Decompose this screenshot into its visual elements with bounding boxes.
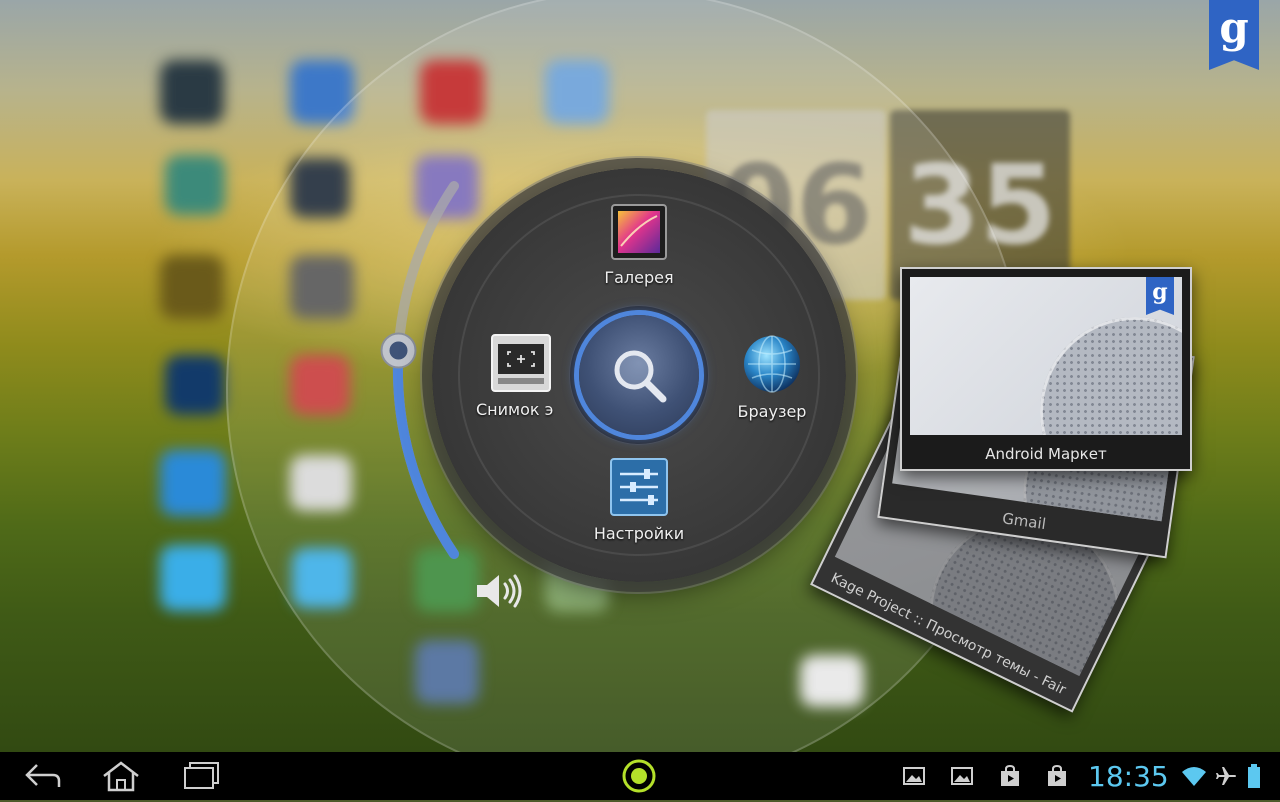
circle-launcher-button[interactable] [614, 752, 664, 800]
settings-sliders-icon [610, 458, 668, 516]
image-icon[interactable] [950, 764, 974, 788]
wifi-icon [1182, 767, 1206, 786]
speaker-icon[interactable] [475, 572, 523, 610]
pie-menu-center [569, 305, 709, 445]
system-navigation-bar: 18:35 [0, 752, 1280, 800]
airplane-icon [1216, 767, 1236, 785]
recent-app-thumbnail: g [910, 277, 1182, 435]
blurred-app-icon [160, 255, 224, 319]
home-button[interactable] [96, 752, 146, 800]
pie-item-label: Галерея [604, 268, 674, 287]
google-g-icon: g [1219, 3, 1249, 52]
battery-icon [1248, 764, 1260, 788]
blurred-app-icon [165, 155, 225, 215]
back-icon [25, 764, 61, 787]
google-search-button[interactable]: g [1209, 0, 1259, 70]
pie-item-settings[interactable]: Настройки [574, 458, 704, 543]
pie-item-browser[interactable]: Браузер [722, 334, 822, 421]
circle-launcher-icon [622, 759, 656, 793]
pie-menu: Галерея Браузер Настройки Снимок э [432, 168, 846, 582]
status-clock[interactable]: 18:35 [1088, 752, 1169, 800]
pie-item-gallery[interactable]: Галерея [589, 204, 689, 287]
google-g-icon: g [1146, 277, 1174, 315]
recent-app-card-market[interactable]: g Android Маркет [900, 267, 1192, 471]
blurred-app-icon [160, 60, 224, 124]
recent-app-title: Android Маркет [985, 445, 1107, 463]
home-icon [103, 761, 139, 792]
search-button[interactable] [579, 315, 699, 435]
market-bag-icon[interactable] [998, 764, 1022, 788]
blurred-app-icon [165, 355, 225, 415]
market-bag-icon[interactable] [1045, 764, 1069, 788]
screenshot-icon [491, 334, 551, 392]
volume-knob[interactable] [380, 332, 417, 369]
recent-apps-icon [184, 762, 219, 789]
recent-apps-button[interactable] [176, 752, 226, 800]
blurred-app-icon [160, 450, 226, 516]
pie-item-label: Снимок э [476, 400, 554, 419]
search-icon [614, 350, 667, 403]
pie-item-label: Браузер [737, 402, 807, 421]
globe-icon [1040, 317, 1182, 435]
image-icon[interactable] [902, 764, 926, 788]
pie-item-label: Настройки [593, 524, 685, 543]
back-button[interactable] [18, 752, 68, 800]
browser-globe-icon [744, 335, 800, 393]
pie-item-screenshot[interactable]: Снимок э [468, 334, 558, 419]
blurred-app-icon [160, 545, 226, 611]
gallery-icon [611, 204, 667, 260]
